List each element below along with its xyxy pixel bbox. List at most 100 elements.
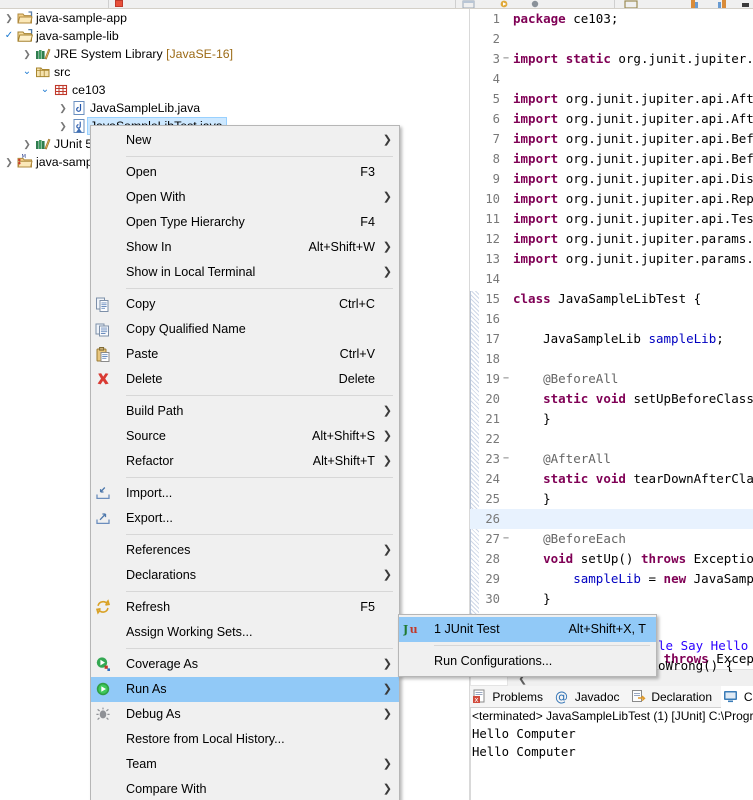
menu-item-coverage-as[interactable]: Coverage As ❯ (91, 652, 399, 677)
tree-item-src[interactable]: ⌄ src (0, 63, 470, 81)
run-as-submenu[interactable]: Ju 1 JUnit Test Alt+Shift+X, T Run Configur… (398, 614, 657, 677)
menu-item-assign-working-sets[interactable]: Assign Working Sets... (91, 620, 399, 645)
code-line[interactable]: 15 class JavaSampleLibTest { (470, 289, 753, 309)
code-line[interactable]: 28 void setUp() throws Exception (470, 549, 753, 569)
menu-item-compare-with[interactable]: Compare With ❯ (91, 777, 399, 800)
run-toolbar-icon[interactable] (500, 0, 511, 8)
menu-item-debug-as[interactable]: Debug As ❯ (91, 702, 399, 727)
fold-marker-icon[interactable]: − (501, 369, 511, 389)
fold-marker-icon[interactable]: − (501, 49, 511, 69)
code-line[interactable]: 24 static void tearDownAfterClass (470, 469, 753, 489)
menu-item-restore-from-local-history[interactable]: Restore from Local History... (91, 727, 399, 752)
menu-item-show-in-local-terminal[interactable]: Show in Local Terminal ❯ (91, 260, 399, 285)
code-text: import org.junit.jupiter.api.Displa (513, 171, 753, 186)
menu-item-shortcut: Ctrl+V (339, 347, 375, 361)
console-output[interactable]: Hello Computer Hello Computer (470, 725, 753, 761)
menu-item-team[interactable]: Team ❯ (91, 752, 399, 777)
submenu-separator (434, 645, 650, 646)
code-line[interactable]: 25 } (470, 489, 753, 509)
code-line[interactable]: 8 import org.junit.jupiter.api.Before (470, 149, 753, 169)
tree-item-ce103[interactable]: ⌄ ce103 (0, 81, 470, 99)
menu-item-declarations[interactable]: Declarations ❯ (91, 563, 399, 588)
menu-item-show-in[interactable]: Show In Alt+Shift+W ❯ (91, 235, 399, 260)
terminate-icon[interactable] (113, 0, 125, 8)
code-line[interactable]: 4 (470, 69, 753, 89)
tab-console[interactable]: Co (721, 686, 753, 708)
java-editor[interactable]: 1 package ce103; 2 3− import static org.juni… (470, 9, 753, 669)
code-line[interactable]: 10 import org.junit.jupiter.api.Repeat (470, 189, 753, 209)
menu-item-paste[interactable]: Paste Ctrl+V (91, 342, 399, 367)
menu-item-open[interactable]: Open F3 (91, 160, 399, 185)
submenu-item-run-configurations[interactable]: Run Configurations... (399, 649, 656, 674)
menu-item-refresh[interactable]: Refresh F5 (91, 595, 399, 620)
twisty-expanded-icon[interactable]: ⌄ (20, 63, 34, 81)
code-line[interactable]: 27− @BeforeEach (470, 529, 753, 549)
code-line[interactable]: 3−import static org.junit.jupiter.api (470, 49, 753, 69)
tree-item-java-sample-app[interactable]: ❯ java-sample-app (0, 9, 470, 27)
twisty-collapsed-icon[interactable]: ❯ (20, 45, 34, 63)
code-line[interactable]: 18 (470, 349, 753, 369)
menu-item-copy[interactable]: Copy Ctrl+C (91, 292, 399, 317)
debug-toolbar-icon[interactable] (531, 0, 542, 8)
code-text: } (543, 491, 551, 506)
menu-item-build-path[interactable]: Build Path ❯ (91, 399, 399, 424)
code-line[interactable]: 16 (470, 309, 753, 329)
code-line[interactable]: 22 (470, 429, 753, 449)
tree-item-javasamplelib-java[interactable]: ❯ JavaSampleLib.java (0, 99, 470, 117)
code-line[interactable]: 26 (470, 509, 753, 529)
code-line[interactable]: 11 import org.junit.jupiter.api.Test; (470, 209, 753, 229)
menu-item-import[interactable]: Import... (91, 481, 399, 506)
code-text: package ce103; (513, 11, 619, 26)
code-line[interactable]: 29 sampleLib = new JavaSampleL (470, 569, 753, 589)
fold-marker-icon[interactable]: − (501, 529, 511, 549)
java-perspective-icon[interactable] (690, 0, 699, 8)
menu-item-delete[interactable]: Delete Delete (91, 367, 399, 392)
code-line[interactable]: 21 } (470, 409, 753, 429)
console-tab-bar[interactable]: x Problems @ Javadoc Declaration C (470, 686, 753, 708)
menu-item-export[interactable]: Export... (91, 506, 399, 531)
menu-item-new[interactable]: New ❯ (91, 128, 399, 153)
menu-item-source[interactable]: Source Alt+Shift+S ❯ (91, 424, 399, 449)
code-line[interactable]: 12 import org.junit.jupiter.params.Par (470, 229, 753, 249)
menu-item-run-as[interactable]: Run As ❯ (91, 677, 399, 702)
code-line[interactable]: 19− @BeforeAll (470, 369, 753, 389)
code-line[interactable]: 14 (470, 269, 753, 289)
menu-item-refactor[interactable]: Refactor Alt+Shift+T ❯ (91, 449, 399, 474)
code-line[interactable]: 17 JavaSampleLib sampleLib; (470, 329, 753, 349)
code-line[interactable]: 13 import org.junit.jupiter.params.pro (470, 249, 753, 269)
twisty-collapsed-icon[interactable]: ❯ (2, 153, 16, 171)
code-text: sampleLib = new JavaSampleL (573, 571, 753, 586)
menu-item-open-type-hierarchy[interactable]: Open Type Hierarchy F4 (91, 210, 399, 235)
new-window-icon[interactable] (462, 0, 475, 8)
tab-problems[interactable]: x Problems (470, 686, 548, 708)
tree-item-java-sample-lib[interactable]: ✓ java-sample-lib (0, 27, 470, 45)
perspective-icon[interactable] (624, 0, 638, 8)
code-line[interactable]: 5 import org.junit.jupiter.api.AfterA (470, 89, 753, 109)
fold-marker-icon[interactable]: − (501, 449, 511, 469)
code-line[interactable]: 20 static void setUpBeforeClass() (470, 389, 753, 409)
code-line[interactable]: 7 import org.junit.jupiter.api.Before (470, 129, 753, 149)
submenu-item-1-junit-test[interactable]: Ju 1 JUnit Test Alt+Shift+X, T (399, 617, 656, 642)
twisty-collapsed-icon[interactable]: ❯ (56, 99, 70, 117)
twisty-expanded-icon[interactable]: ✓ (2, 27, 16, 45)
twisty-collapsed-icon[interactable]: ❯ (2, 9, 16, 27)
code-line[interactable]: 2 (470, 29, 753, 49)
code-line[interactable]: 6 import org.junit.jupiter.api.AfterE (470, 109, 753, 129)
more-icon[interactable] (742, 0, 750, 8)
code-line[interactable]: 9 import org.junit.jupiter.api.Displa (470, 169, 753, 189)
twisty-expanded-icon[interactable]: ⌄ (38, 81, 52, 99)
debug-perspective-icon[interactable] (718, 0, 727, 8)
menu-item-open-with[interactable]: Open With ❯ (91, 185, 399, 210)
twisty-collapsed-icon[interactable]: ❯ (56, 117, 70, 135)
twisty-collapsed-icon[interactable]: ❯ (20, 135, 34, 153)
menu-item-copy-qualified-name[interactable]: Copy Qualified Name (91, 317, 399, 342)
tab-declaration[interactable]: Declaration (629, 686, 717, 708)
tab-javadoc[interactable]: @ Javadoc (552, 686, 624, 708)
submenu-item-label: 1 JUnit Test (434, 622, 500, 636)
context-menu[interactable]: New ❯ Open F3 Open With ❯ Open Type Hierarchy F… (90, 125, 400, 800)
tree-item-jre-system-library[interactable]: ❯ JRE System Library [JavaSE-16] (0, 45, 470, 63)
menu-item-references[interactable]: References ❯ (91, 538, 399, 563)
code-line[interactable]: 23− @AfterAll (470, 449, 753, 469)
code-line[interactable]: 1 package ce103; (470, 9, 753, 29)
code-line[interactable]: 30 } (470, 589, 753, 609)
